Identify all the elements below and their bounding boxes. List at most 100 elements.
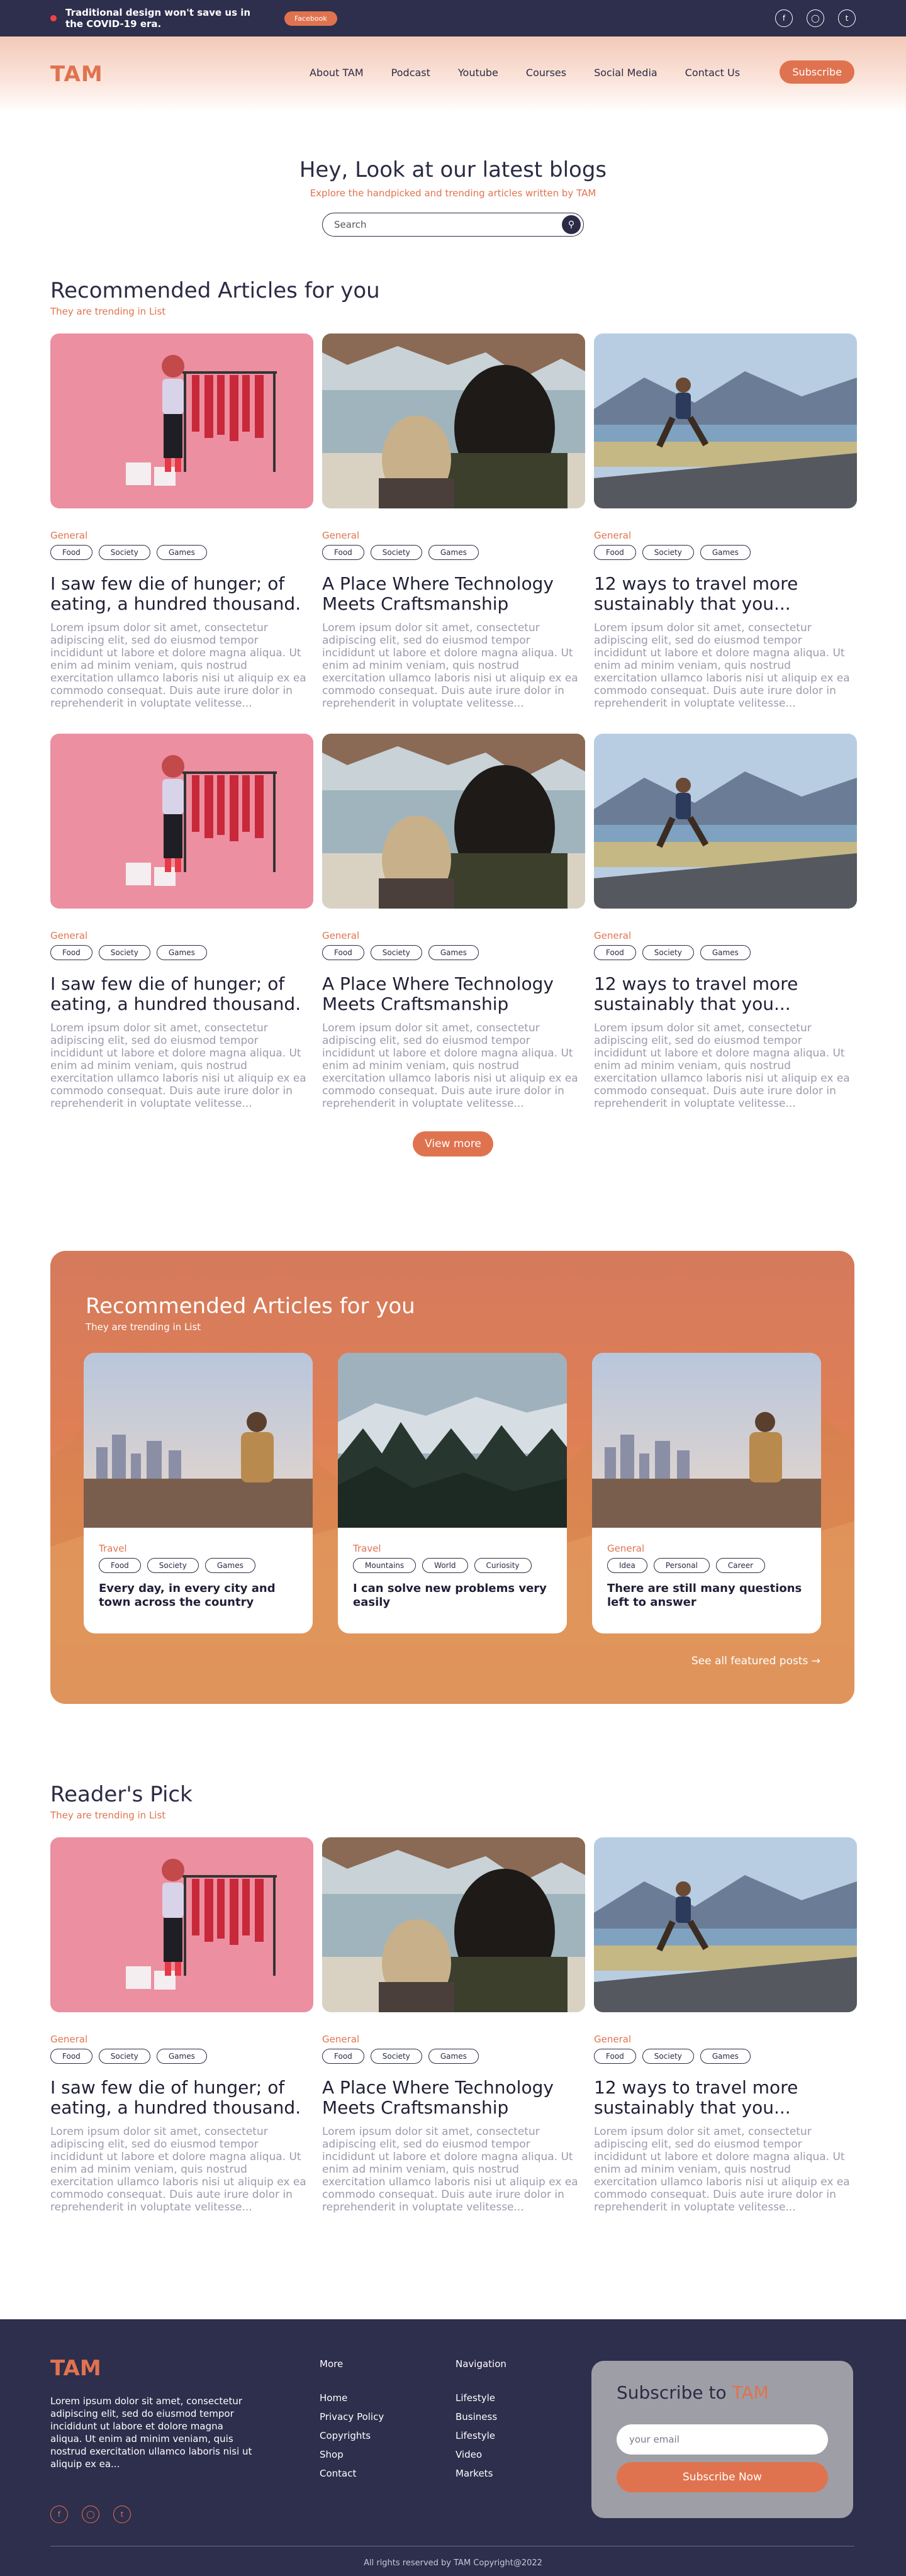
footer-logo[interactable]: TAM xyxy=(50,2356,101,2381)
article-category[interactable]: General xyxy=(322,530,585,541)
article-card[interactable]: General Food Society Games A Place Where… xyxy=(322,734,585,1110)
featured-category[interactable]: Travel xyxy=(353,1543,567,1554)
article-card[interactable]: General Food Society Games 12 ways to tr… xyxy=(594,734,857,1110)
featured-image[interactable] xyxy=(592,1353,821,1528)
featured-image[interactable] xyxy=(84,1353,313,1528)
facebook-button[interactable]: Facebook xyxy=(284,11,337,26)
instagram-icon[interactable]: ◯ xyxy=(82,2506,99,2523)
article-image[interactable] xyxy=(322,1837,585,2012)
nav-youtube[interactable]: Youtube xyxy=(458,67,498,79)
see-all-featured-link[interactable]: See all featured posts → xyxy=(691,1655,820,1667)
article-title[interactable]: 12 ways to travel more sustainably that … xyxy=(594,974,857,1014)
article-card[interactable]: General Food Society Games 12 ways to tr… xyxy=(594,1837,857,2214)
tag-chip[interactable]: Society xyxy=(642,2049,694,2064)
tag-chip[interactable]: Idea xyxy=(607,1558,647,1573)
footer-link-markets[interactable]: Markets xyxy=(456,2468,506,2479)
footer-link-privacy[interactable]: Privacy Policy xyxy=(320,2411,384,2422)
tag-chip[interactable]: Society xyxy=(98,2049,150,2064)
featured-card[interactable]: General Idea Personal Career There are s… xyxy=(592,1353,821,1633)
search-bar[interactable]: Search ⚲ xyxy=(322,213,584,237)
facebook-icon[interactable]: f xyxy=(775,9,793,27)
nav-social-media[interactable]: Social Media xyxy=(594,67,657,79)
nav-about[interactable]: About TAM xyxy=(310,67,364,79)
footer-link-home[interactable]: Home xyxy=(320,2392,384,2404)
footer-link-video[interactable]: Video xyxy=(456,2449,506,2460)
tag-chip[interactable]: Food xyxy=(50,545,92,560)
article-title[interactable]: I saw few die of hunger; of eating, a hu… xyxy=(50,574,313,614)
tag-chip[interactable]: Games xyxy=(156,945,207,960)
tag-chip[interactable]: Games xyxy=(428,2049,479,2064)
footer-link-contact[interactable]: Contact xyxy=(320,2468,384,2479)
tag-chip[interactable]: Society xyxy=(98,945,150,960)
article-card[interactable]: General Food Society Games I saw few die… xyxy=(50,333,313,710)
article-category[interactable]: General xyxy=(50,930,313,941)
article-image[interactable] xyxy=(322,734,585,909)
tag-chip[interactable]: Games xyxy=(700,2049,751,2064)
tag-chip[interactable]: Games xyxy=(156,545,207,560)
featured-image[interactable] xyxy=(338,1353,567,1528)
article-title[interactable]: A Place Where Technology Meets Craftsman… xyxy=(322,574,585,614)
tag-chip[interactable]: Food xyxy=(322,2049,364,2064)
tag-chip[interactable]: Games xyxy=(700,945,751,960)
article-category[interactable]: General xyxy=(50,530,313,541)
article-card[interactable]: General Food Society Games A Place Where… xyxy=(322,333,585,710)
article-category[interactable]: General xyxy=(594,2034,857,2045)
nav-courses[interactable]: Courses xyxy=(526,67,566,79)
article-category[interactable]: General xyxy=(50,2034,313,2045)
article-title[interactable]: 12 ways to travel more sustainably that … xyxy=(594,574,857,614)
search-input[interactable]: Search xyxy=(334,219,562,230)
tag-chip[interactable]: Games xyxy=(204,1558,255,1573)
tag-chip[interactable]: Food xyxy=(594,945,636,960)
footer-link-shop[interactable]: Shop xyxy=(320,2449,384,2460)
tag-chip[interactable]: Personal xyxy=(653,1558,710,1573)
tag-chip[interactable]: World xyxy=(422,1558,468,1573)
nav-contact[interactable]: Contact Us xyxy=(685,67,740,79)
twitter-icon[interactable]: t xyxy=(113,2506,131,2523)
email-field[interactable]: your email xyxy=(617,2424,828,2455)
article-card[interactable]: General Food Society Games I saw few die… xyxy=(50,1837,313,2214)
article-card[interactable]: General Food Society Games I saw few die… xyxy=(50,734,313,1110)
footer-link-copyrights[interactable]: Copyrights xyxy=(320,2430,384,2441)
tag-chip[interactable]: Society xyxy=(98,545,150,560)
tag-chip[interactable]: Society xyxy=(147,1558,199,1573)
search-icon[interactable]: ⚲ xyxy=(562,215,581,234)
featured-title[interactable]: There are still many questions left to a… xyxy=(607,1582,806,1610)
tag-chip[interactable]: Career xyxy=(715,1558,766,1573)
twitter-icon[interactable]: t xyxy=(838,9,856,27)
article-title[interactable]: I saw few die of hunger; of eating, a hu… xyxy=(50,974,313,1014)
tag-chip[interactable]: Food xyxy=(594,545,636,560)
article-category[interactable]: General xyxy=(322,2034,585,2045)
article-card[interactable]: General Food Society Games 12 ways to tr… xyxy=(594,333,857,710)
tag-chip[interactable]: Games xyxy=(428,945,479,960)
article-title[interactable]: 12 ways to travel more sustainably that … xyxy=(594,2078,857,2118)
article-title[interactable]: A Place Where Technology Meets Craftsman… xyxy=(322,2078,585,2118)
article-image[interactable] xyxy=(594,734,857,909)
tag-chip[interactable]: Games xyxy=(428,545,479,560)
article-category[interactable]: General xyxy=(594,930,857,941)
tag-chip[interactable]: Society xyxy=(370,945,422,960)
facebook-icon[interactable]: f xyxy=(50,2506,68,2523)
tag-chip[interactable]: Food xyxy=(594,2049,636,2064)
instagram-icon[interactable]: ◯ xyxy=(807,9,824,27)
article-category[interactable]: General xyxy=(594,530,857,541)
tag-chip[interactable]: Society xyxy=(370,2049,422,2064)
article-image[interactable] xyxy=(594,1837,857,2012)
featured-card[interactable]: Travel Mountains World Curiosity I can s… xyxy=(338,1353,567,1633)
featured-title[interactable]: I can solve new problems very easily xyxy=(353,1582,552,1610)
tag-chip[interactable]: Society xyxy=(642,545,694,560)
tag-chip[interactable]: Games xyxy=(156,2049,207,2064)
featured-category[interactable]: General xyxy=(607,1543,821,1554)
article-category[interactable]: General xyxy=(322,930,585,941)
featured-title[interactable]: Every day, in every city and town across… xyxy=(99,1582,298,1610)
tag-chip[interactable]: Games xyxy=(700,545,751,560)
tag-chip[interactable]: Curiosity xyxy=(474,1558,532,1573)
tag-chip[interactable]: Society xyxy=(370,545,422,560)
footer-link-lifestyle[interactable]: Lifestyle xyxy=(456,2392,506,2404)
article-image[interactable] xyxy=(594,333,857,508)
tag-chip[interactable]: Food xyxy=(50,2049,92,2064)
article-image[interactable] xyxy=(50,333,313,508)
article-title[interactable]: I saw few die of hunger; of eating, a hu… xyxy=(50,2078,313,2118)
tag-chip[interactable]: Society xyxy=(642,945,694,960)
site-logo[interactable]: TAM xyxy=(50,62,103,87)
article-image[interactable] xyxy=(50,1837,313,2012)
